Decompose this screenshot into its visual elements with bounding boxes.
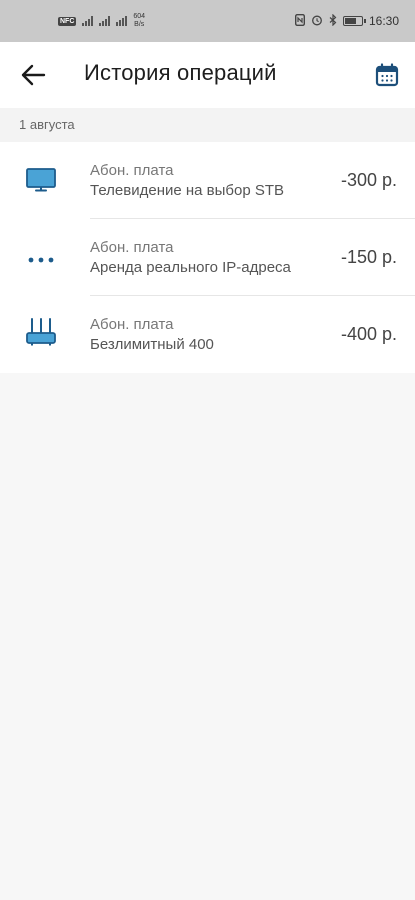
calendar-button[interactable] — [374, 62, 400, 88]
operations-list: Абон. плата Телевидение на выбор STB -30… — [0, 142, 415, 373]
page-title: История операций — [84, 60, 277, 85]
network-speed: 604 B/s — [133, 13, 145, 29]
back-button[interactable] — [20, 63, 46, 87]
more-dots-icon — [24, 243, 58, 271]
operation-amount: -150 р. — [340, 247, 397, 267]
bluetooth-icon — [329, 13, 337, 29]
speed-value: 604 — [133, 13, 146, 20]
arrow-left-icon — [21, 64, 46, 86]
date-group-header: 1 августа — [0, 108, 415, 142]
app-bar: История операций — [0, 42, 415, 108]
status-time: 16:30 — [368, 14, 399, 28]
status-left: NFC 604 B/s — [58, 13, 145, 29]
operation-name: Телевидение на выбор STB — [90, 182, 285, 199]
operation-name: Безлимитный 400 — [90, 336, 214, 353]
operation-type: Абон. плата — [90, 316, 174, 333]
speed-unit: B/s — [134, 21, 145, 28]
operation-name: Аренда реального IP-адреса — [90, 259, 291, 276]
wifi-signal-icon — [116, 16, 128, 26]
battery-icon — [342, 16, 366, 26]
status-right: 16:30 — [294, 13, 399, 29]
operation-row[interactable]: Абон. плата Аренда реального IP-адреса -… — [0, 219, 415, 296]
nfc-icon — [294, 13, 305, 29]
router-icon — [24, 318, 58, 346]
signal-2-icon — [99, 16, 111, 26]
network-chip: NFC — [58, 16, 77, 26]
operation-type: Абон. плата — [90, 162, 174, 179]
operation-amount: -400 р. — [340, 324, 397, 344]
status-bar: NFC 604 B/s 16:30 — [0, 0, 415, 42]
alarm-icon — [311, 14, 323, 29]
signal-icon — [82, 16, 94, 26]
tv-icon — [24, 166, 58, 194]
calendar-icon — [375, 63, 399, 87]
operation-row[interactable]: Абон. плата Безлимитный 400 -400 р. — [0, 296, 415, 373]
operation-type: Абон. плата — [90, 239, 174, 256]
operation-row[interactable]: Абон. плата Телевидение на выбор STB -30… — [0, 142, 415, 219]
operation-amount: -300 р. — [340, 170, 397, 190]
